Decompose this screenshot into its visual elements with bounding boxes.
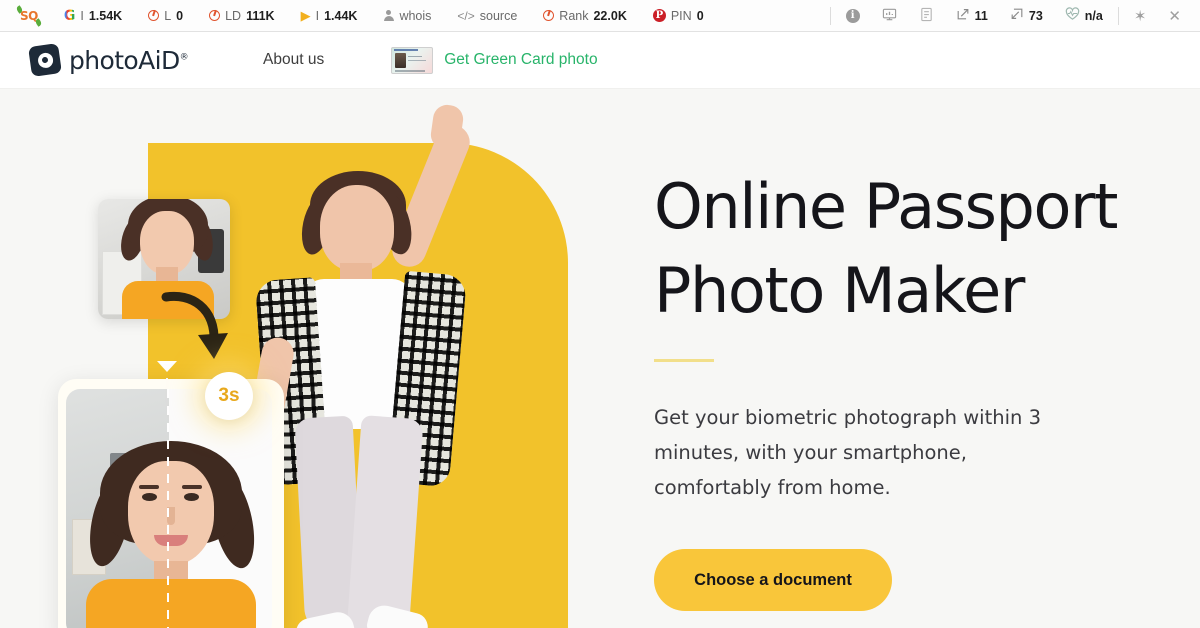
page-info-icon <box>882 7 897 25</box>
seoquake-toolbar: SQ G I 1.54K L 0 LD 111K ▶ I 1.44K whois… <box>0 0 1200 32</box>
green-card-line-3 <box>395 69 426 72</box>
seoquake-left-group: SQ G I 1.54K L 0 LD 111K ▶ I 1.44K whois… <box>0 8 717 24</box>
rank-value: 22.0K <box>593 8 627 23</box>
passport-photo-result <box>66 389 272 628</box>
green-card-thumbnail-icon <box>391 46 434 74</box>
pin-value: 0 <box>696 8 704 23</box>
hero-description: Get your biometric photograph within 3 m… <box>654 406 1041 499</box>
seoquake-health-status[interactable]: n/a <box>1054 7 1114 24</box>
seoquake-density-button[interactable] <box>908 7 945 25</box>
page-title-line-2: Photo Maker <box>654 254 1025 327</box>
alexa-circle-icon <box>543 10 555 21</box>
result-shirt <box>86 579 256 628</box>
seoquake-bing-index[interactable]: ▶ I 1.44K <box>288 8 371 24</box>
green-card-portrait <box>395 52 407 68</box>
thumbnail-face <box>140 211 194 275</box>
hero-section: 3s Online Passport Photo Maker Get your … <box>0 89 1200 628</box>
model-head <box>320 185 394 271</box>
seoquake-close-button[interactable]: ✕ <box>1157 7 1192 25</box>
result-split-line <box>167 389 169 628</box>
result-eyebrow-right <box>182 485 202 489</box>
seoquake-link-domains[interactable]: LD 111K <box>196 9 288 23</box>
gear-icon: ✶ <box>1133 7 1147 25</box>
source-code-icon: </> <box>457 8 475 23</box>
whois-label: whois <box>399 8 432 23</box>
links-label: L <box>164 8 172 23</box>
choose-document-button[interactable]: Choose a document <box>654 549 892 611</box>
seoquake-google-index[interactable]: G I 1.54K <box>51 8 135 24</box>
brand-name: photoAiD® <box>69 45 189 75</box>
seoquake-page-info-button[interactable]: i <box>835 8 871 23</box>
health-status-value: n/a <box>1084 8 1103 23</box>
green-card-line-2 <box>408 59 427 61</box>
whois-icon <box>383 10 394 21</box>
result-eye-right <box>184 493 199 501</box>
seoquake-logo-button[interactable]: SQ <box>7 9 51 23</box>
nav-item-green-card[interactable]: Get Green Card photo <box>391 46 598 74</box>
brand-logo-link[interactable]: photoAiD® <box>28 43 189 77</box>
green-card-header-band <box>394 49 419 51</box>
brand-name-text: photoAiD <box>69 45 180 75</box>
site-header: photoAiD® About us Get Green Card photo <box>0 32 1200 89</box>
toolbar-divider-2 <box>1117 6 1119 25</box>
page-root: SQ G I 1.54K L 0 LD 111K ▶ I 1.44K whois… <box>0 0 1200 628</box>
close-icon: ✕ <box>1168 7 1181 25</box>
page-title: Online Passport Photo Maker <box>654 165 1154 333</box>
camera-logo-icon <box>28 43 62 77</box>
info-icon: i <box>845 8 860 23</box>
green-card-line-1 <box>408 55 423 57</box>
page-title-line-1: Online Passport <box>654 170 1118 243</box>
seoquake-settings-button[interactable]: ✶ <box>1123 7 1158 25</box>
seoquake-diagnosis-button[interactable] <box>871 7 908 25</box>
camera-lens-dot <box>41 56 49 64</box>
seoquake-rank[interactable]: Rank 22.0K <box>530 9 640 23</box>
google-index-label: I <box>80 8 84 23</box>
processing-time-badge: 3s <box>205 372 253 420</box>
seoquake-right-group: i 11 73 n/a ✶ ✕ <box>826 6 1200 25</box>
seoquake-source-button[interactable]: </> source <box>444 9 530 23</box>
result-eye-left <box>142 493 157 501</box>
link-domains-value: 111K <box>246 8 275 23</box>
pin-label: PIN <box>670 8 692 23</box>
nav-green-card-label: Get Green Card photo <box>444 51 598 68</box>
internal-links-value: 73 <box>1028 8 1043 23</box>
google-index-value: 1.54K <box>88 8 123 23</box>
seoquake-external-links[interactable]: 11 <box>945 7 999 24</box>
link-domains-label: LD <box>225 8 242 23</box>
alexa-circle-icon <box>209 10 221 21</box>
links-value: 0 <box>176 8 184 23</box>
seoquake-links-count[interactable]: L 0 <box>135 9 196 23</box>
brand-registered-mark: ® <box>179 52 189 63</box>
nav-item-about-us[interactable]: About us <box>263 51 324 69</box>
bing-icon: ▶ <box>300 7 311 23</box>
toolbar-divider <box>829 6 831 25</box>
seoquake-logo-icon: SQ <box>20 8 38 23</box>
external-link-icon <box>956 7 970 24</box>
google-icon: G <box>63 7 76 24</box>
title-divider <box>654 359 714 362</box>
seoquake-whois-button[interactable]: whois <box>370 9 444 23</box>
heart-pulse-icon <box>1065 7 1080 24</box>
model-leg-right <box>346 415 424 628</box>
bing-index-label: I <box>315 8 320 23</box>
internal-link-icon <box>1010 7 1024 24</box>
seoquake-pinterest[interactable]: P PIN 0 <box>640 9 717 23</box>
seoquake-internal-links[interactable]: 73 <box>999 7 1054 24</box>
alexa-circle-icon <box>148 10 160 21</box>
result-eyebrow-left <box>139 485 159 489</box>
bing-index-value: 1.44K <box>324 8 358 23</box>
hero-content-column: Online Passport Photo Maker Get your bio… <box>654 165 1154 611</box>
page-density-icon <box>919 7 934 25</box>
rank-label: Rank <box>559 8 589 23</box>
external-links-value: 11 <box>974 8 988 23</box>
camera-lens-ring <box>36 51 54 69</box>
pinterest-icon: P <box>652 9 666 22</box>
source-label: source <box>479 8 518 23</box>
